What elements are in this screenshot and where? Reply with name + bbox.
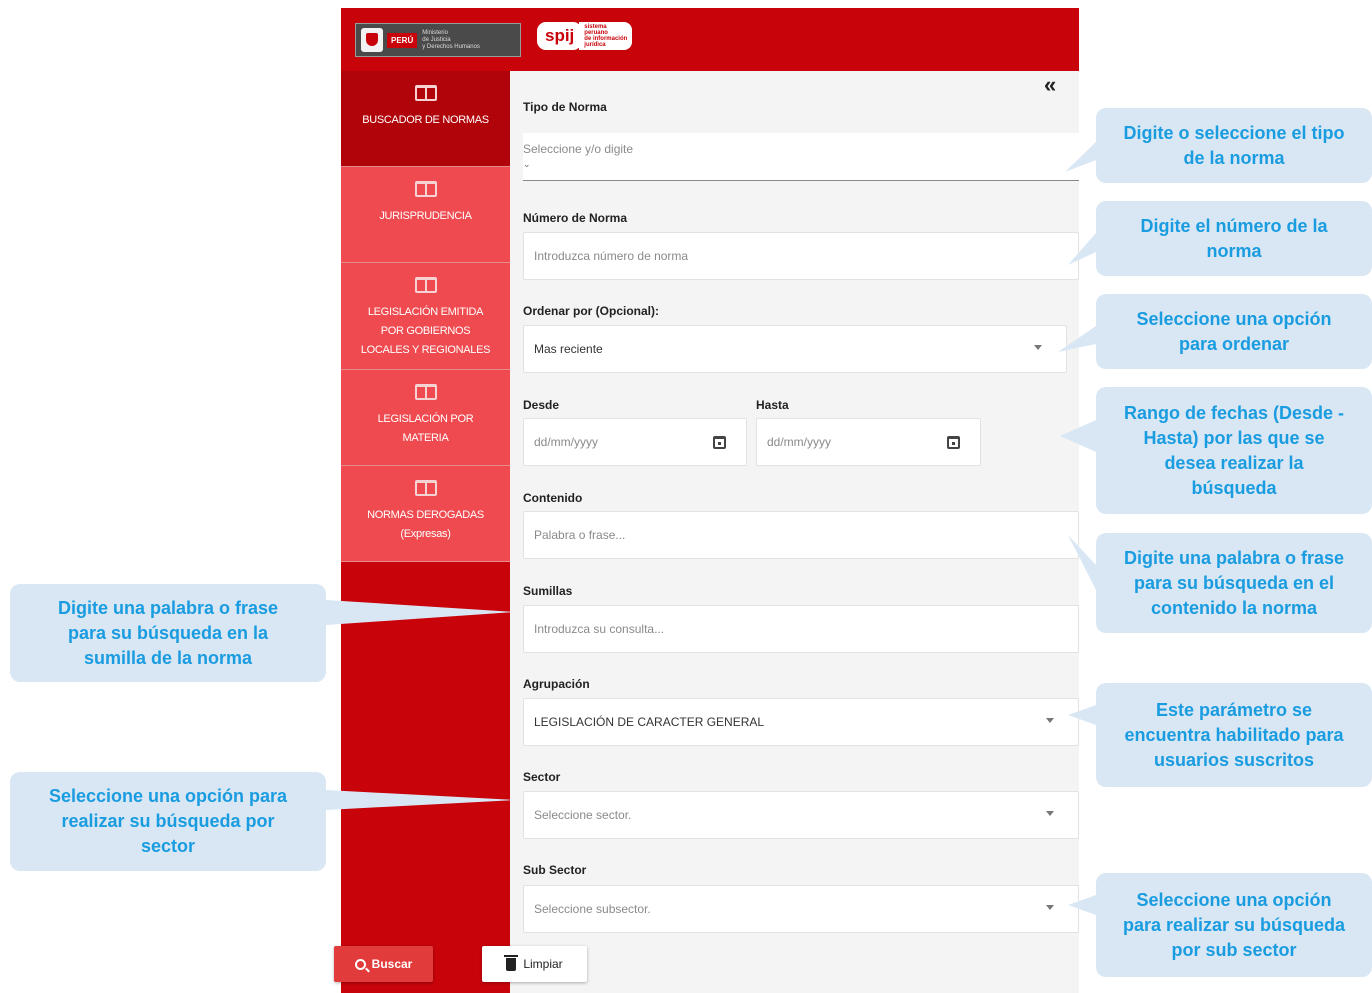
search-icon: [354, 958, 366, 970]
hasta-label: Hasta: [756, 398, 789, 412]
sumillas-label: Sumillas: [523, 584, 573, 598]
sidebar-item-legislacion-gobiernos[interactable]: LEGISLACIÓN EMITIDA POR GOBIERNOS LOCALE…: [341, 263, 510, 370]
sidebar-item-normas-derogadas[interactable]: NORMAS DEROGADAS (Expresas): [341, 466, 510, 562]
sidebar-item-buscador-de-normas[interactable]: BUSCADOR DE NORMAS: [341, 71, 510, 167]
sidebar-item-label: JURISPRUDENCIA: [379, 210, 472, 222]
buscar-label: Buscar: [371, 957, 413, 971]
ordenar-value: Mas reciente: [534, 342, 603, 356]
callout-subsector: Seleccione una opción para realizar su b…: [1096, 873, 1372, 977]
sidebar-item-label: LEGISLACIÓN EMITIDA POR GOBIERNOS LOCALE…: [360, 306, 491, 356]
tipo-norma-placeholder: Seleccione y/o digite: [523, 142, 634, 156]
book-icon: [414, 85, 437, 101]
callout-fechas: Rango de fechas (Desde - Hasta) por las …: [1096, 387, 1372, 514]
top-bar: PERÚ Ministerio de Justicia y Derechos H…: [341, 8, 1079, 71]
caret-down-icon: [1046, 905, 1054, 910]
limpiar-button[interactable]: Limpiar: [482, 946, 587, 982]
trash-icon: [504, 954, 519, 971]
page: PERÚ Ministerio de Justicia y Derechos H…: [0, 0, 1372, 993]
sidebar-item-label: NORMAS DEROGADAS (Expresas): [367, 509, 484, 540]
sidebar-item-jurisprudencia[interactable]: JURISPRUDENCIA: [341, 167, 510, 263]
sumillas-input[interactable]: Introduzca su consulta...: [523, 605, 1079, 653]
calendar-icon[interactable]: [713, 436, 726, 449]
limpiar-label: Limpiar: [523, 957, 563, 971]
spij-logo[interactable]: spij sistema peruano de información jurí…: [537, 22, 633, 50]
chevron-down-icon: ⌄: [523, 159, 531, 169]
sidebar-item-label: LEGISLACIÓN POR MATERIA: [377, 413, 474, 444]
sector-placeholder: Seleccione sector.: [534, 808, 632, 822]
desde-label: Desde: [523, 398, 560, 412]
spij-app: PERÚ Ministerio de Justicia y Derechos H…: [341, 8, 1079, 993]
buscar-button[interactable]: Buscar: [334, 946, 433, 982]
contenido-label: Contenido: [523, 491, 583, 505]
contenido-input[interactable]: Palabra o frase...: [523, 511, 1079, 559]
subsector-placeholder: Seleccione subsector.: [534, 902, 651, 916]
tipo-norma-select[interactable]: Seleccione y/o digite ⌄: [523, 133, 1079, 181]
callout-ordenar: Seleccione una opción para ordenar: [1096, 294, 1372, 369]
ministry-name: Ministerio de Justicia y Derechos Humano…: [422, 29, 480, 50]
ordenar-label: Ordenar por (Opcional):: [523, 304, 660, 318]
ministry-logo[interactable]: PERÚ Ministerio de Justicia y Derechos H…: [355, 23, 521, 57]
sector-label: Sector: [523, 770, 561, 784]
callout-agrupacion: Este parámetro se encuentra habilitado p…: [1096, 683, 1372, 787]
book-icon: [414, 480, 437, 496]
callout-sector: Seleccione una opción para realizar su b…: [10, 772, 326, 871]
sidebar: BUSCADOR DE NORMAS JURISPRUDENCIA LEGISL…: [341, 71, 510, 993]
desde-date-input[interactable]: dd/mm/yyyy: [523, 418, 747, 466]
coat-of-arms-icon: [361, 28, 383, 52]
subsector-select[interactable]: Seleccione subsector.: [523, 885, 1079, 933]
contenido-placeholder: Palabra o frase...: [534, 528, 626, 542]
ordenar-select[interactable]: Mas reciente: [523, 325, 1067, 373]
caret-down-icon: [1034, 345, 1042, 350]
caret-down-icon: [1046, 811, 1054, 816]
callout-numero: Digite el número de la norma: [1096, 201, 1372, 276]
numero-norma-input[interactable]: Introduzca número de norma: [523, 232, 1079, 280]
book-icon: [414, 384, 437, 400]
sector-select[interactable]: Seleccione sector.: [523, 791, 1079, 839]
numero-norma-label: Número de Norma: [523, 211, 628, 225]
sidebar-item-legislacion-materia[interactable]: LEGISLACIÓN POR MATERIA: [341, 370, 510, 466]
callout-contenido: Digite una palabra o frase para su búsqu…: [1096, 533, 1372, 633]
hasta-date-input[interactable]: dd/mm/yyyy: [756, 418, 981, 466]
spij-tagline: sistema peruano de información jurídica: [579, 22, 633, 50]
hasta-placeholder: dd/mm/yyyy: [767, 435, 832, 449]
callout-sumillas: Digite una palabra o frase para su búsqu…: [10, 584, 326, 682]
ministry-badge: PERÚ: [387, 32, 418, 48]
caret-down-icon: [1046, 718, 1054, 723]
sidebar-item-label: BUSCADOR DE NORMAS: [362, 114, 489, 126]
agrupacion-label: Agrupación: [523, 677, 590, 691]
callout-tipo: Digite o seleccione el tipo de la norma: [1096, 108, 1372, 183]
tipo-norma-label: Tipo de Norma: [523, 100, 607, 114]
agrupacion-value: LEGISLACIÓN DE CARACTER GENERAL: [534, 715, 765, 729]
collapse-sidebar-icon[interactable]: «: [1044, 74, 1057, 96]
desde-placeholder: dd/mm/yyyy: [534, 435, 599, 449]
numero-norma-placeholder: Introduzca número de norma: [534, 249, 689, 263]
subsector-label: Sub Sector: [523, 863, 587, 877]
book-icon: [414, 277, 437, 293]
calendar-icon[interactable]: [947, 436, 960, 449]
sumillas-placeholder: Introduzca su consulta...: [534, 622, 665, 636]
book-icon: [414, 181, 437, 197]
spij-logo-mark: spij: [537, 22, 583, 50]
agrupacion-select[interactable]: LEGISLACIÓN DE CARACTER GENERAL: [523, 698, 1079, 746]
